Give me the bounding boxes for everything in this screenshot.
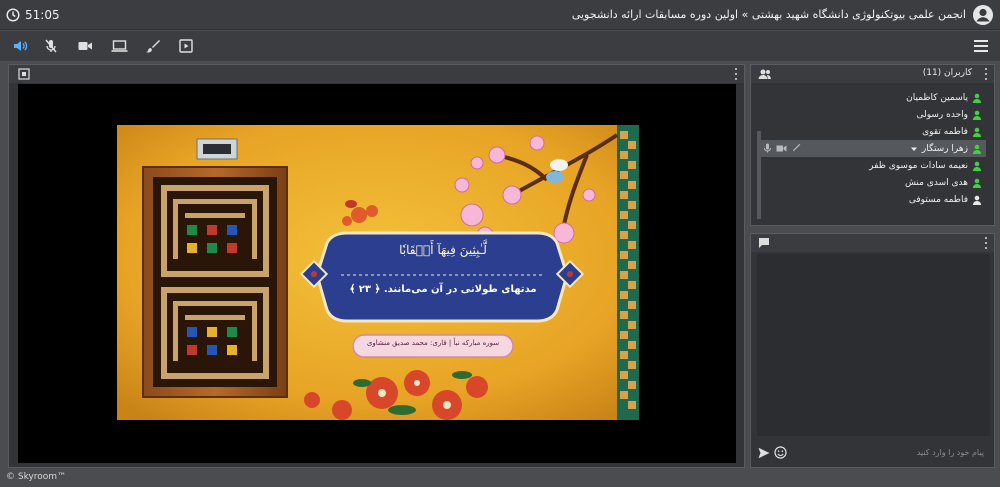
user-row[interactable]: واحده رسولی: [757, 106, 986, 123]
users-panel-header: کاربران (11): [751, 65, 994, 83]
speaker-button[interactable]: [11, 37, 29, 55]
users-list: یاسمین کاظمیان واحده رسولی فاطمه تقوی زه…: [757, 89, 986, 208]
video-panel-header: [9, 65, 744, 83]
session-time: 51:05: [25, 8, 60, 22]
fullscreen-icon[interactable]: [18, 68, 30, 80]
chat-message-input[interactable]: پیام خود را وارد کنید: [917, 448, 984, 457]
user-name: فاطمه مستوفی: [908, 194, 968, 205]
screen-share-button[interactable]: [110, 37, 128, 55]
chat-panel-header: [751, 234, 994, 252]
footer-brand: © Skyroom™: [6, 472, 67, 482]
camera-button[interactable]: [76, 37, 94, 55]
user-row-controls: [763, 143, 801, 153]
mic-icon[interactable]: [763, 143, 772, 153]
user-row-selected[interactable]: زهرا رستگار: [757, 140, 986, 157]
user-row[interactable]: نعیمه سادات موسوی ظفر: [757, 157, 986, 174]
toolbar: [0, 31, 1000, 61]
users-panel-title: کاربران (11): [922, 68, 972, 78]
send-icon[interactable]: [758, 447, 770, 459]
menu-icon[interactable]: [974, 40, 988, 52]
pencil-icon[interactable]: [791, 143, 801, 153]
user-offline-icon: [972, 195, 982, 205]
screen-share-icon: [111, 40, 127, 52]
user-online-icon: [972, 144, 982, 154]
user-name: زهرا رستگار: [921, 143, 968, 154]
chat-options-icon[interactable]: [984, 237, 988, 249]
user-online-icon: [972, 161, 982, 171]
clock-icon: [6, 8, 20, 22]
emoji-icon[interactable]: [774, 446, 787, 459]
user-name: یاسمین کاظمیان: [906, 92, 968, 103]
user-row[interactable]: یاسمین کاظمیان: [757, 89, 986, 106]
camera-icon: [78, 42, 92, 50]
room-title: انجمن علمی بیوتکنولوژی دانشگاه شهید بهشت…: [571, 8, 966, 21]
user-name: واحده رسولی: [916, 109, 969, 120]
media-button[interactable]: [177, 37, 195, 55]
user-online-icon: [972, 127, 982, 137]
caret-down-icon[interactable]: [910, 145, 918, 153]
users-scrollbar[interactable]: [757, 131, 761, 219]
play-media-icon: [179, 39, 193, 53]
slide-reciter: سوره مبارکه نبأ | قاری: محمد صدیق منشاوی: [366, 339, 500, 347]
user-row[interactable]: فاطمه مستوفی: [757, 191, 986, 208]
chat-messages: [757, 254, 990, 436]
shared-slide: لَّـٰبِثِينَ فِيهَآ أَحۡقَابٗا مدتهای طو…: [117, 125, 639, 420]
camera-icon[interactable]: [776, 144, 787, 153]
speaker-icon: [14, 41, 28, 51]
slide-translation: مدتهای طولانی در آن می‌مانند. ﴿ ۲۳ ﴾: [349, 284, 537, 295]
users-panel: کاربران (11) یاسمین کاظمیان واحده رسولی …: [750, 64, 995, 226]
mic-muted-icon: [45, 39, 57, 53]
user-online-icon: [972, 178, 982, 188]
users-options-icon[interactable]: [984, 68, 988, 80]
user-online-icon: [972, 110, 982, 120]
microphone-button[interactable]: [42, 37, 60, 55]
user-name: هدی اسدی منش: [904, 177, 968, 188]
user-online-icon: [972, 93, 982, 103]
chat-bubble-icon: [759, 238, 769, 248]
brush-icon: [146, 40, 160, 53]
slide-arabic-verse: لَّـٰبِثِينَ فِيهَآ أَحۡقَابٗا: [399, 243, 487, 257]
video-options-icon[interactable]: [734, 68, 738, 80]
top-bar: 51:05 انجمن علمی بیوتکنولوژی دانشگاه شهی…: [0, 0, 1000, 30]
user-row[interactable]: فاطمه تقوی: [757, 123, 986, 140]
user-name: فاطمه تقوی: [922, 126, 968, 137]
users-group-icon: [758, 69, 771, 79]
user-account-icon[interactable]: [972, 4, 994, 26]
session-timer: 51:05: [6, 6, 60, 24]
video-stream: لَّـٰبِثِينَ فِيهَآ أَحۡقَابٗا مدتهای طو…: [18, 84, 736, 463]
video-panel: لَّـٰبِثِينَ فِيهَآ أَحۡقَابٗا مدتهای طو…: [8, 64, 745, 468]
whiteboard-button[interactable]: [144, 37, 162, 55]
chat-input-bar: پیام خود را وارد کنید: [751, 440, 994, 466]
user-row[interactable]: هدی اسدی منش: [757, 174, 986, 191]
user-name: نعیمه سادات موسوی ظفر: [869, 160, 968, 171]
chat-panel: پیام خود را وارد کنید: [750, 233, 995, 468]
slide-artwork: [117, 125, 639, 420]
